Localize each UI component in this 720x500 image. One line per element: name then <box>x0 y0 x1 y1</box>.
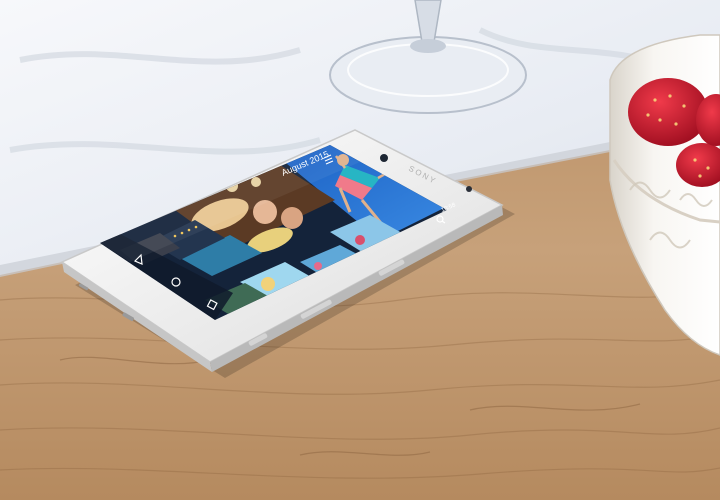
scene-canvas: SONY August 2015 10:58 <box>0 0 720 500</box>
photo-detail <box>355 235 365 245</box>
photo-scene: SONY August 2015 10:58 <box>0 0 720 500</box>
sensor-icon <box>466 186 472 192</box>
face <box>281 207 303 229</box>
front-camera-icon <box>380 154 388 162</box>
photo-detail <box>261 277 275 291</box>
photo-detail <box>314 262 322 270</box>
strawberry <box>628 78 708 146</box>
